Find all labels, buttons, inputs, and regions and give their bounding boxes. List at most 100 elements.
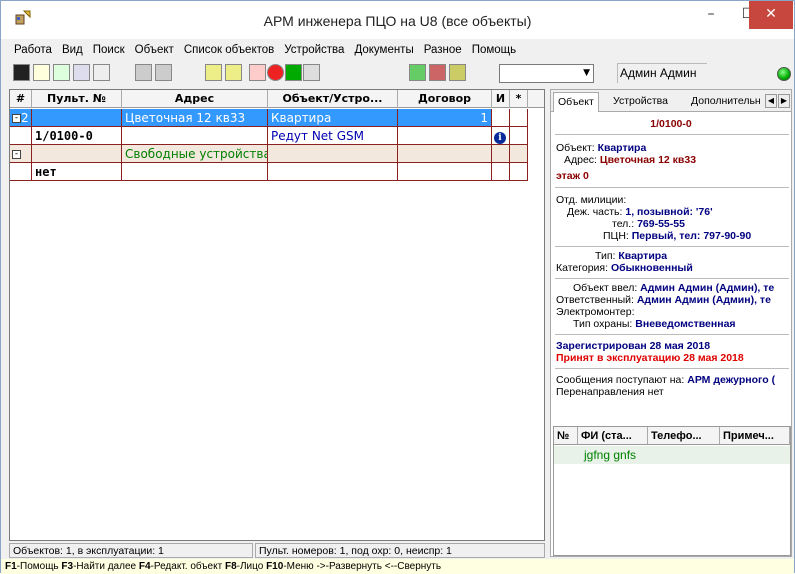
device-icon[interactable] xyxy=(285,64,302,81)
type-row: Тип: Квартира xyxy=(595,250,667,262)
col-num[interactable]: # xyxy=(10,90,32,108)
chevron-down-icon[interactable]: ▼ xyxy=(583,68,590,78)
details-panel: Объект Устройства Дополнительн ◀ ▶ 1/010… xyxy=(550,89,792,557)
phone-icon[interactable] xyxy=(13,64,30,81)
menu-search[interactable]: Поиск xyxy=(88,41,130,59)
collapse-icon[interactable]: - xyxy=(12,150,21,159)
col-object[interactable]: Объект/Устро... xyxy=(268,90,398,108)
address-cell[interactable]: Цветочная 12 кв33 xyxy=(122,109,268,127)
tab-object[interactable]: Объект xyxy=(553,92,599,112)
device-list-icon[interactable] xyxy=(429,64,446,81)
tab-additional[interactable]: Дополнительн xyxy=(687,92,767,112)
address-cell[interactable] xyxy=(122,163,268,181)
star-cell[interactable] xyxy=(510,127,528,145)
row-num-cell[interactable] xyxy=(10,163,32,181)
table-row[interactable]: нет xyxy=(10,163,544,181)
object-cell[interactable]: Редут Net GSM xyxy=(268,127,398,145)
col-pult[interactable]: Пульт. № xyxy=(32,90,122,108)
table-row[interactable]: - Свободные устройства xyxy=(10,145,544,163)
contact-name[interactable]: jgfng gnfs xyxy=(584,448,636,462)
address-cell[interactable]: Свободные устройства xyxy=(122,145,268,163)
col-contract[interactable]: Договор xyxy=(398,90,492,108)
menu-object[interactable]: Объект xyxy=(130,41,179,59)
house-icon[interactable] xyxy=(205,64,222,81)
pult-cell[interactable] xyxy=(32,109,122,127)
object-value: Квартира xyxy=(597,142,647,154)
device-group-icon[interactable] xyxy=(449,64,466,81)
i-cell[interactable] xyxy=(492,163,510,181)
tab-scroll-right-icon[interactable]: ▶ xyxy=(778,94,790,108)
object-cell[interactable]: Квартира xyxy=(268,109,398,127)
tree-icon[interactable] xyxy=(93,64,110,81)
address-cell[interactable] xyxy=(122,127,268,145)
sheet-icon[interactable] xyxy=(53,64,70,81)
menu-view[interactable]: Вид xyxy=(57,41,88,59)
contacts-grid[interactable]: № ФИ (ста... Телефо... Примеч... jgfng g… xyxy=(553,426,791,556)
menu-object-list[interactable]: Список объектов xyxy=(179,41,279,59)
binoculars-icon[interactable] xyxy=(135,64,152,81)
menu-devices[interactable]: Устройства xyxy=(279,41,349,59)
pult-cell[interactable]: нет xyxy=(32,163,122,181)
col-i[interactable]: И xyxy=(492,90,510,108)
pult-cell[interactable]: 1/0100-0 xyxy=(32,127,122,145)
filter-combo[interactable]: ▼ xyxy=(499,64,594,83)
contract-cell[interactable] xyxy=(398,127,492,145)
house-edit-icon[interactable] xyxy=(225,64,242,81)
tab-devices[interactable]: Устройства xyxy=(609,92,672,112)
contacts-row[interactable]: jgfng gnfs xyxy=(554,446,790,464)
messages-value: АРМ дежурного ( xyxy=(687,374,776,386)
row-num-cell[interactable]: -2 xyxy=(10,109,32,127)
collapse-icon[interactable]: - xyxy=(12,114,21,123)
menu-misc[interactable]: Разное xyxy=(419,41,467,59)
menu-documents[interactable]: Документы xyxy=(349,41,418,59)
duty-value: 1, позывной: '76' xyxy=(625,206,713,218)
contacts-col-phone[interactable]: Телефо... xyxy=(648,427,720,445)
contract-cell[interactable]: 1 xyxy=(398,109,492,127)
col-star[interactable]: * xyxy=(510,90,528,108)
contract-cell[interactable] xyxy=(398,163,492,181)
star-cell[interactable] xyxy=(510,109,528,127)
duty-row: Деж. часть: 1, позывной: '76' xyxy=(567,206,713,218)
tab-scroll-left-icon[interactable]: ◀ xyxy=(765,94,777,108)
red-circle-icon[interactable] xyxy=(267,64,284,81)
col-address[interactable]: Адрес xyxy=(122,90,268,108)
object-row: Объект: Квартира xyxy=(556,142,646,154)
add-device-icon[interactable] xyxy=(409,64,426,81)
grid-header: # Пульт. № Адрес Объект/Устро... Договор… xyxy=(10,90,544,108)
table-row[interactable]: 1/0100-0 Редут Net GSM i xyxy=(10,127,544,145)
i-cell[interactable] xyxy=(492,109,510,127)
contract-cell[interactable] xyxy=(398,145,492,163)
pcn-value: Первый, тел: 797-90-90 xyxy=(631,230,752,242)
pult-cell[interactable] xyxy=(32,145,122,163)
person-icon[interactable] xyxy=(33,64,50,81)
contacts-col-note[interactable]: Примеч... xyxy=(720,427,790,445)
info-icon[interactable]: i xyxy=(494,132,506,144)
minimize-button[interactable]: – xyxy=(691,1,731,29)
object-cell[interactable] xyxy=(268,145,398,163)
star-cell[interactable] xyxy=(510,163,528,181)
row-num-cell[interactable] xyxy=(10,127,32,145)
messages-label: Сообщения поступают на: xyxy=(556,374,685,386)
binoculars-next-icon[interactable] xyxy=(155,64,172,81)
contacts-col-name[interactable]: ФИ (ста... xyxy=(578,427,648,445)
save-icon[interactable] xyxy=(303,64,320,81)
objects-grid[interactable]: # Пульт. № Адрес Объект/Устро... Договор… xyxy=(9,89,545,541)
menu-help[interactable]: Помощь xyxy=(467,41,521,59)
star-cell[interactable] xyxy=(510,145,528,163)
i-cell[interactable] xyxy=(492,145,510,163)
table-row[interactable]: -2 Цветочная 12 кв33 Квартира 1 xyxy=(10,109,544,127)
menu-work[interactable]: Работа xyxy=(9,41,57,59)
users-icon[interactable] xyxy=(73,64,90,81)
document-icon[interactable] xyxy=(249,64,266,81)
object-cell[interactable] xyxy=(268,163,398,181)
row-num-cell[interactable]: - xyxy=(10,145,32,163)
contacts-col-num[interactable]: № xyxy=(554,427,578,445)
responsible-label: Ответственный: xyxy=(556,294,634,306)
divider xyxy=(555,368,789,369)
hint-f4: -Редакт. объект xyxy=(150,561,225,572)
entered-label: Объект ввел: xyxy=(573,282,638,294)
i-cell[interactable]: i xyxy=(492,127,510,145)
accepted-date: Принят в эксплуатацию 28 мая 2018 xyxy=(556,352,744,364)
close-button[interactable]: ✕ xyxy=(749,1,793,29)
type-value: Квартира xyxy=(618,250,668,262)
